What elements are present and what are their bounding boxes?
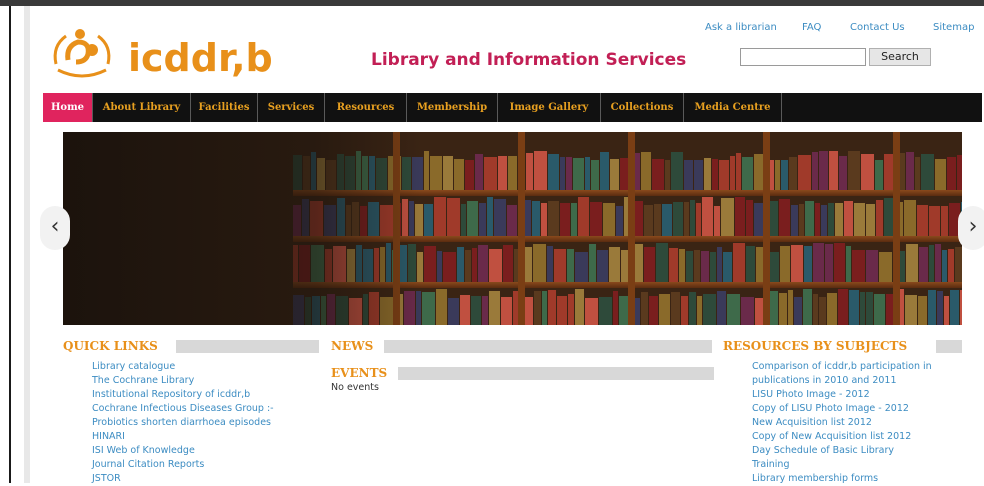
news-heading-bar: [384, 340, 712, 353]
quick-link-item[interactable]: Library catalogue: [92, 360, 274, 374]
quick-link-item[interactable]: ISI Web of Knowledge: [92, 444, 274, 458]
resource-item[interactable]: LISU Photo Image - 2012: [752, 388, 932, 402]
window-left-border: [9, 6, 11, 483]
nav-image-gallery[interactable]: Image Gallery: [498, 93, 601, 122]
nav-about-library[interactable]: About Library: [93, 93, 191, 122]
search-input[interactable]: [740, 48, 866, 66]
search-button[interactable]: Search: [869, 48, 931, 66]
browser-top-edge: [0, 0, 984, 6]
site-title: Library and Information Services: [371, 50, 687, 70]
no-events-text: No events: [331, 382, 379, 393]
logo-text: icddr,b: [128, 36, 273, 80]
news-heading: NEWS: [331, 339, 374, 353]
resource-item[interactable]: Training: [752, 458, 932, 472]
contact-us-link[interactable]: Contact Us: [850, 22, 905, 33]
quick-link-item[interactable]: Cochrane Infectious Diseases Group :-: [92, 402, 274, 416]
quick-links-heading-bar: [176, 340, 319, 353]
carousel-banner-image: [63, 132, 962, 325]
nav-collections[interactable]: Collections: [601, 93, 684, 122]
main-nav: Home About Library Facilities Services R…: [43, 93, 982, 122]
icddrb-logo[interactable]: icddr,b: [48, 24, 298, 84]
page-left-gutter: [24, 6, 30, 483]
events-heading: EVENTS: [331, 366, 388, 380]
quick-link-item[interactable]: Probiotics shorten diarrhoea episodes: [92, 416, 274, 430]
nav-home[interactable]: Home: [43, 93, 93, 122]
events-heading-bar: [398, 367, 714, 380]
resource-item[interactable]: Library membership forms: [752, 472, 932, 486]
resource-item[interactable]: Copy of New Acquisition list 2012: [752, 430, 932, 444]
quick-link-item[interactable]: JSTOR: [92, 472, 274, 486]
resource-item[interactable]: Copy of LISU Photo Image - 2012: [752, 402, 932, 416]
nav-resources[interactable]: Resources: [325, 93, 407, 122]
quick-link-item[interactable]: Journal Citation Reports: [92, 458, 274, 472]
faq-link[interactable]: FAQ: [802, 22, 821, 33]
resource-item[interactable]: Day Schedule of Basic Library: [752, 444, 932, 458]
quick-link-item[interactable]: The Cochrane Library: [92, 374, 274, 388]
nav-services[interactable]: Services: [258, 93, 325, 122]
nav-facilities[interactable]: Facilities: [191, 93, 258, 122]
quick-link-item[interactable]: Institutional Repository of icddr,b: [92, 388, 274, 402]
sitemap-link[interactable]: Sitemap: [933, 22, 974, 33]
quick-links-list: Library catalogue The Cochrane Library I…: [92, 360, 274, 486]
bookshelf-image: [63, 132, 962, 325]
carousel-prev-button[interactable]: ‹: [40, 206, 70, 250]
resource-item[interactable]: New Acquisition list 2012: [752, 416, 932, 430]
resources-heading-bar: [936, 340, 962, 353]
resource-item[interactable]: publications in 2010 and 2011: [752, 374, 932, 388]
resource-item[interactable]: Comparison of icddr,b participation in: [752, 360, 932, 374]
nav-membership[interactable]: Membership: [407, 93, 498, 122]
logo-emblem-icon: [53, 29, 111, 78]
quick-links-heading: QUICK LINKS: [63, 339, 158, 353]
quick-link-item[interactable]: HINARI: [92, 430, 274, 444]
resources-list: Comparison of icddr,b participation in p…: [752, 360, 932, 486]
nav-media-centre[interactable]: Media Centre: [684, 93, 782, 122]
resources-heading: RESOURCES BY SUBJECTS: [723, 339, 908, 353]
carousel-next-button[interactable]: ›: [958, 206, 984, 250]
ask-librarian-link[interactable]: Ask a librarian: [705, 22, 777, 33]
